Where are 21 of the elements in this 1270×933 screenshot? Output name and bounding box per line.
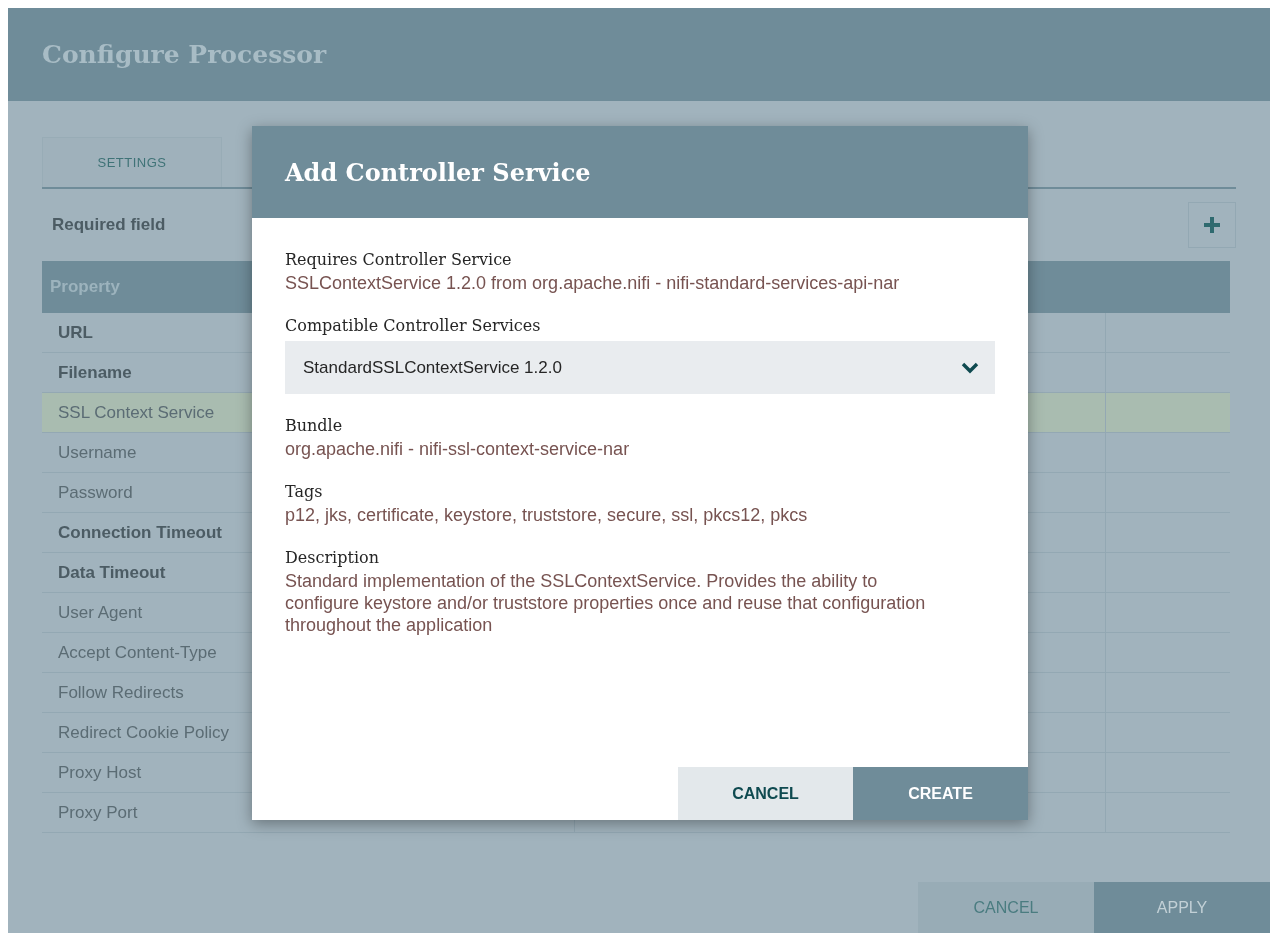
field-value: p12, jks, certificate, keystore, truststore, secure, ssl, pkcs12, pkcs [285, 504, 809, 526]
dialog-title: Add Controller Service [285, 157, 591, 187]
dropdown[interactable]: StandardSSLContextService 1.2.0 [285, 341, 995, 394]
cancel-button[interactable]: CANCEL [918, 882, 1094, 933]
plus-icon [1202, 215, 1222, 235]
field-label: Description [285, 548, 380, 567]
window-title: Configure Processor [42, 40, 327, 69]
create-button[interactable]: CREATE [853, 767, 1028, 820]
apply-button[interactable]: APPLY [1094, 882, 1270, 933]
field-label: Compatible Controller Services [285, 316, 542, 335]
field-label: Tags [285, 482, 324, 501]
field-label: Requires Controller Service [285, 250, 513, 269]
cancel-button[interactable]: CANCEL [678, 767, 853, 820]
chevron-down-icon [961, 361, 979, 374]
required-note: Required field [52, 215, 166, 235]
field-value: Standard implementation of the SSLContextService. Provides the ability to configure keystore and/or truststore properties once and reuse that configuration throughout the application [285, 570, 927, 636]
field-label: Bundle [285, 416, 344, 435]
tab[interactable]: SETTINGS [42, 137, 222, 187]
add-button[interactable] [1188, 202, 1236, 248]
field-value: SSLContextService 1.2.0 from org.apache.nifi - nifi-standard-services-api-nar [285, 272, 901, 294]
field-value: org.apache.nifi - nifi-ssl-context-service-nar [285, 438, 631, 460]
